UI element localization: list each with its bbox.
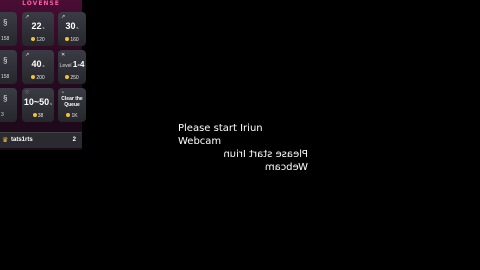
- tip-card-partial[interactable]: § 158: [0, 12, 17, 46]
- lovense-panel: LOVENSE § 158 ↗ 22s 120 ↗ 30s 160 § 158 …: [0, 0, 86, 150]
- tip-tokens: 250: [58, 75, 86, 81]
- top-tipper-username: tats1rts: [11, 137, 33, 143]
- tip-level: Level 1-4: [59, 60, 85, 69]
- edge-value: 158: [1, 74, 10, 80]
- shuffle-icon: ✕: [61, 52, 66, 58]
- random-icon: ♡: [25, 90, 30, 96]
- webcam-message: Please start Iriun Webcam Please start I…: [178, 122, 308, 174]
- token-icon: [65, 75, 70, 79]
- token-icon: [31, 75, 36, 79]
- edge-value: 3: [1, 112, 4, 118]
- token-icon: [66, 113, 71, 117]
- tip-duration: 40s: [31, 59, 45, 69]
- tip-card[interactable]: ♡ 10~50s 38: [22, 88, 54, 122]
- tip-tokens: 200: [22, 75, 54, 81]
- webcam-message-mirrored: Please start Iriun Webcam: [223, 149, 308, 173]
- tip-tokens: 1K: [58, 113, 86, 119]
- tip-card[interactable]: ↗ 40s 200: [22, 50, 54, 84]
- tip-row: § 158 ↗ 40s 200 ✕ Level 1-4 250: [0, 50, 86, 84]
- tip-card-partial[interactable]: § 3: [0, 88, 17, 122]
- token-icon: [65, 37, 70, 41]
- tip-row: § 158 ↗ 22s 120 ↗ 30s 160: [0, 12, 86, 46]
- arrow-up-icon: ↗: [61, 14, 66, 20]
- arrow-up-icon: ↗: [25, 14, 30, 20]
- tip-card-partial[interactable]: § 158: [0, 50, 17, 84]
- tipper-count: 2: [72, 137, 76, 143]
- king-tipper-bar: ♛ tats1rts 2: [0, 132, 82, 148]
- tip-row: § 3 ♡ 10~50s 38 ◔ Clear the Queue 1K: [0, 88, 86, 122]
- tip-tokens: 38: [22, 113, 54, 119]
- token-icon: [31, 37, 36, 41]
- wave-pattern-icon: §: [3, 18, 8, 27]
- edge-value: 158: [1, 36, 10, 42]
- screen: LOVENSE § 158 ↗ 22s 120 ↗ 30s 160 § 158 …: [0, 0, 480, 270]
- tip-duration: 30s: [65, 21, 79, 31]
- tip-tokens: 120: [22, 37, 54, 43]
- tip-card[interactable]: ↗ 30s 160: [58, 12, 86, 46]
- clear-queue-label: Clear the Queue: [61, 96, 83, 108]
- lovense-logo: LOVENSE: [22, 0, 60, 7]
- tip-card[interactable]: ◔ Clear the Queue 1K: [58, 88, 86, 122]
- wave-pattern-icon: §: [3, 94, 8, 103]
- arrow-up-icon: ↗: [25, 52, 30, 58]
- crown-icon: ♛: [2, 137, 9, 144]
- tip-tokens: 160: [58, 37, 86, 43]
- tip-card[interactable]: ✕ Level 1-4 250: [58, 50, 86, 84]
- token-icon: [32, 113, 37, 117]
- tip-card[interactable]: ↗ 22s 120: [22, 12, 54, 46]
- webcam-message-line: Please start Iriun Webcam: [178, 123, 263, 147]
- tip-duration: 10~50s: [23, 97, 53, 107]
- wave-pattern-icon: §: [3, 56, 8, 65]
- tip-duration: 22s: [31, 21, 45, 31]
